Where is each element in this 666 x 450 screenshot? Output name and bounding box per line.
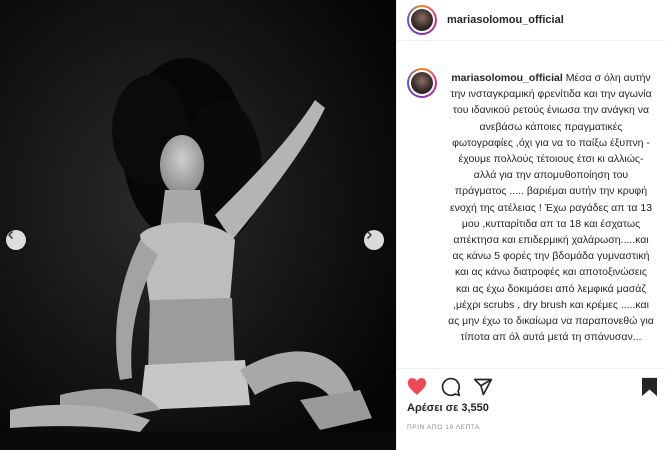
avatar[interactable]	[407, 5, 437, 35]
caption-avatar[interactable]	[407, 68, 437, 98]
likes-count[interactable]: Αρέσει σε 3,550	[407, 402, 489, 414]
avatar-inner	[409, 70, 435, 96]
avatar-inner	[409, 7, 435, 33]
carousel-prev-button[interactable]	[6, 230, 26, 250]
comment-icon	[441, 377, 461, 397]
share-button[interactable]	[473, 377, 493, 402]
like-button[interactable]	[407, 377, 427, 401]
chevron-right-icon	[366, 230, 373, 240]
save-button[interactable]	[641, 377, 658, 402]
post-sidebar: mariasolomou_official mariasolomou_offic…	[396, 0, 666, 450]
heart-filled-icon	[407, 378, 427, 395]
photo-illustration	[0, 0, 396, 450]
share-icon	[473, 378, 493, 396]
chevron-left-icon	[7, 230, 14, 240]
bookmark-icon	[642, 377, 657, 397]
action-bar	[397, 368, 666, 401]
post-header: mariasolomou_official	[397, 0, 666, 41]
post-photo[interactable]	[0, 0, 396, 450]
carousel-next-button[interactable]	[364, 230, 384, 250]
comment-button[interactable]	[441, 377, 461, 402]
avatar-photo	[411, 9, 433, 31]
caption-area: mariasolomou_official Μέσα σ όλη αυτήν τ…	[397, 60, 666, 360]
post-timestamp[interactable]: ΠΡΙΝ ΑΠΟ 19 ΛΕΠΤΑ	[407, 424, 480, 431]
header-username[interactable]: mariasolomou_official	[447, 14, 564, 26]
avatar-photo	[411, 72, 433, 94]
caption-text: mariasolomou_official Μέσα σ όλη αυτήν τ…	[448, 70, 654, 345]
caption-body: Μέσα σ όλη αυτήν την ινσταγκραμική φρενί…	[448, 72, 654, 344]
caption-username[interactable]: mariasolomou_official	[451, 72, 562, 84]
